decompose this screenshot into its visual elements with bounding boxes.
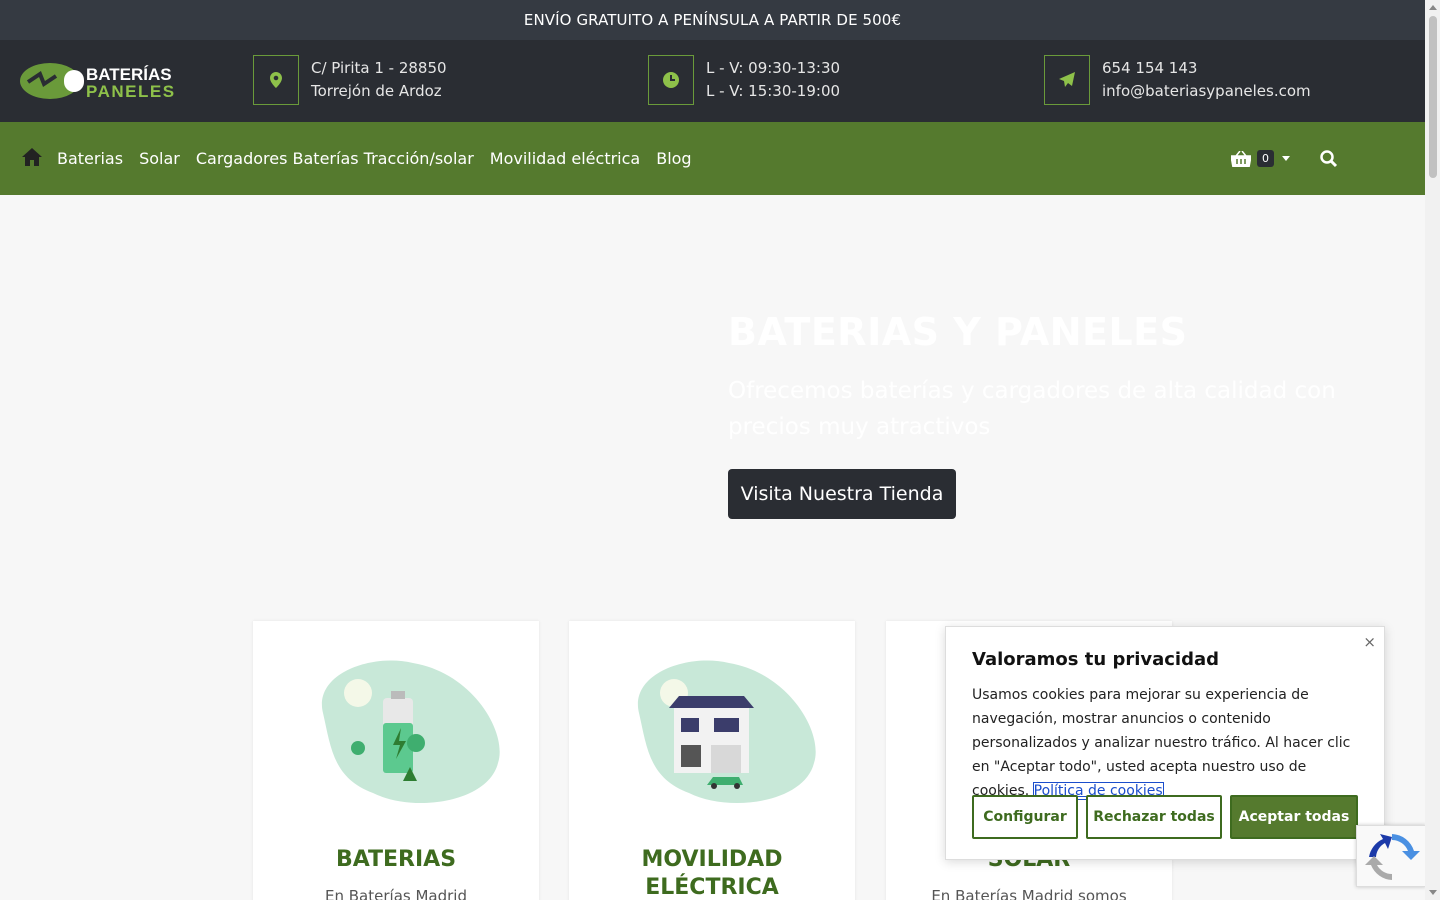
address-line-1: C/ Pirita 1 - 28850 — [311, 59, 447, 77]
search-icon[interactable] — [1320, 150, 1338, 168]
nav-item-blog[interactable]: Blog — [656, 149, 691, 168]
card-title: BATERIAS — [335, 847, 457, 872]
nav-item-cargadores[interactable]: Cargadores Baterías Tracción/solar — [196, 149, 474, 168]
basket-icon — [1231, 150, 1251, 167]
accept-all-button[interactable]: Aceptar todas — [1230, 795, 1358, 839]
cart-count-badge: 0 — [1257, 150, 1274, 167]
svg-text:PANELES: PANELES — [86, 82, 176, 101]
logo-battery-icon: BATERÍAS PANELES — [20, 63, 176, 101]
cart-dropdown[interactable]: 0 — [1231, 150, 1290, 167]
hours-info: L - V: 09:30-13:30 L - V: 15:30-19:00 — [648, 55, 840, 105]
site-logo[interactable]: BATERÍAS PANELES — [20, 60, 180, 102]
cookie-consent-dialog: × Valoramos tu privacidad Usamos cookies… — [945, 626, 1385, 860]
scrollbar-thumb[interactable] — [1429, 16, 1437, 178]
page-scrollbar[interactable] — [1425, 0, 1440, 900]
house-ev-illustration-icon — [637, 660, 816, 803]
card-text: En Baterías Madrid — [325, 887, 467, 900]
shipping-banner: ENVÍO GRATUITO A PENÍNSULA A PARTIR DE 5… — [0, 0, 1425, 40]
hero-title: BATERIAS Y PANELES — [728, 310, 1188, 354]
reject-all-button[interactable]: Rechazar todas — [1086, 795, 1222, 839]
main-nav: Baterias Solar Cargadores Baterías Tracc… — [0, 122, 1425, 195]
battery-illustration-icon — [321, 660, 500, 803]
shipping-banner-text: ENVÍO GRATUITO A PENÍNSULA A PARTIR DE 5… — [523, 11, 902, 29]
hours-line-1: L - V: 09:30-13:30 — [706, 59, 841, 77]
card-title-line-1: MOVILIDAD — [641, 847, 783, 872]
home-icon[interactable] — [22, 148, 42, 166]
hero-subtitle: Ofrecemos baterías y cargadores de alta … — [728, 378, 1336, 440]
nav-item-baterias[interactable]: Baterias — [57, 149, 123, 168]
nav-item-movilidad[interactable]: Movilidad eléctrica — [490, 149, 640, 168]
header: BATERÍAS PANELES C/ Pirita 1 - 28850 Tor… — [0, 40, 1425, 122]
hours-line-2: L - V: 15:30-19:00 — [706, 82, 841, 100]
paper-plane-icon — [1044, 55, 1090, 105]
chevron-down-icon — [1282, 156, 1290, 161]
cookie-title: Valoramos tu privacidad — [972, 649, 1220, 670]
close-icon[interactable]: × — [1363, 633, 1376, 651]
recaptcha-badge[interactable] — [1356, 825, 1426, 887]
email-address[interactable]: info@bateriasypaneles.com — [1102, 80, 1311, 103]
configure-button[interactable]: Configurar — [972, 795, 1078, 839]
card-title: MOVILIDAD ELÉCTRICA — [569, 846, 855, 900]
contact-info: 654 154 143 info@bateriasypaneles.com — [1044, 55, 1311, 105]
nav-links: Baterias Solar Cargadores Baterías Tracc… — [57, 122, 708, 195]
card-text: En Baterías Madrid somos — [931, 887, 1127, 900]
address-info: C/ Pirita 1 - 28850 Torrejón de Ardoz — [253, 55, 447, 105]
map-pin-icon — [253, 55, 299, 105]
nav-item-solar[interactable]: Solar — [139, 149, 180, 168]
scroll-up-icon[interactable] — [1429, 5, 1437, 10]
address-line-2: Torrejón de Ardoz — [311, 82, 442, 100]
scroll-down-icon[interactable] — [1429, 890, 1437, 895]
clock-icon — [648, 55, 694, 105]
category-card-baterias[interactable]: BATERIAS En Baterías Madrid — [253, 621, 539, 900]
recaptcha-icon — [1365, 834, 1420, 880]
card-title-line-2: ELÉCTRICA — [645, 875, 779, 900]
visit-store-button[interactable]: Visita Nuestra Tienda — [728, 469, 956, 519]
cookie-body: Usamos cookies para mejorar su experienc… — [972, 683, 1367, 803]
phone-number[interactable]: 654 154 143 — [1102, 57, 1311, 80]
category-card-movilidad[interactable]: MOVILIDAD ELÉCTRICA — [569, 621, 855, 900]
hero-section: BATERIAS Y PANELES Ofrecemos baterías y … — [0, 195, 1425, 615]
